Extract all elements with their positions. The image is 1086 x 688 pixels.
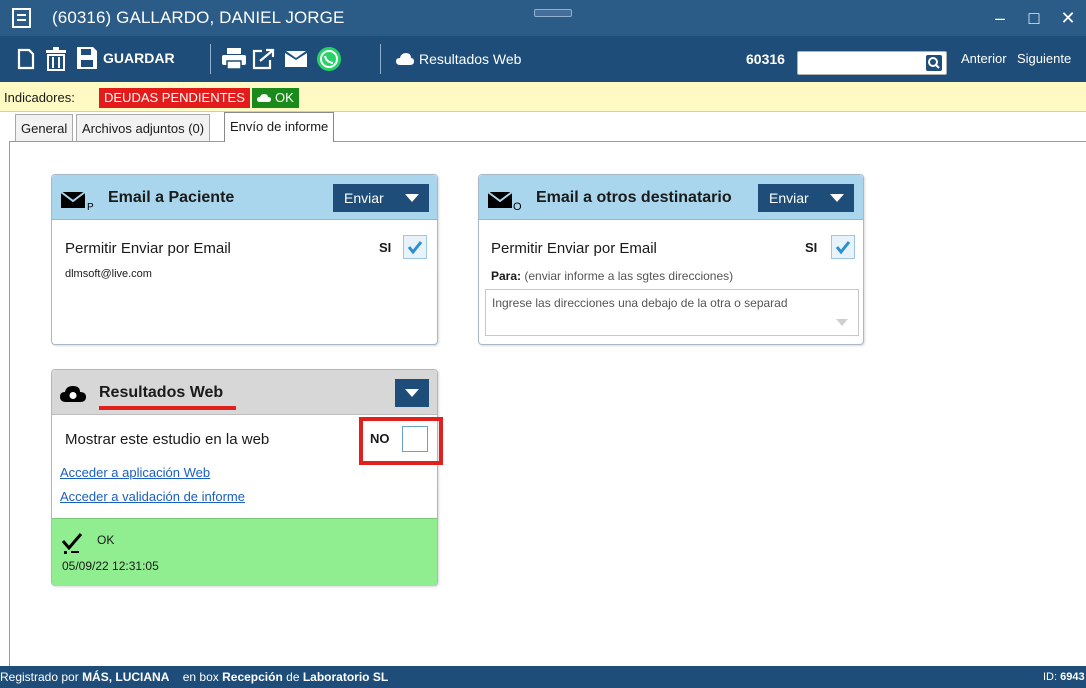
patient-id: 60316: [746, 51, 785, 67]
new-document-icon[interactable]: [17, 48, 35, 70]
allow-email-checkbox[interactable]: [403, 235, 427, 259]
para-row: Para: (enviar informe a las sgtes direcc…: [491, 269, 733, 283]
allow-email-checkbox[interactable]: [831, 235, 855, 259]
box-name: Recepción: [222, 670, 283, 684]
save-icon: [77, 47, 97, 69]
allow-email-value: SI: [805, 240, 818, 255]
email-icon: P: [60, 191, 94, 211]
send-label: Enviar: [344, 190, 384, 206]
show-web-label: Mostrar este estudio en la web: [65, 431, 270, 448]
ok-badge[interactable]: OK: [252, 88, 299, 108]
toolbar-separator: [380, 44, 381, 74]
print-icon[interactable]: [222, 48, 246, 70]
drag-handle[interactable]: [534, 9, 572, 17]
tab-general[interactable]: General: [15, 114, 74, 141]
maximize-button[interactable]: □: [1016, 0, 1052, 36]
box-label: en box: [182, 670, 219, 684]
save-label: GUARDAR: [103, 50, 175, 66]
chevron-down-icon: [405, 194, 419, 202]
allow-email-label: Permitir Enviar por Email: [65, 240, 231, 257]
next-button[interactable]: Siguiente: [1017, 51, 1071, 66]
chevron-down-icon: [405, 389, 419, 397]
para-hint: (enviar informe a las sgtes direcciones): [524, 269, 734, 283]
delete-icon[interactable]: [45, 47, 67, 71]
indicators-label: Indicadores:: [4, 90, 75, 105]
status-text: OK: [97, 533, 115, 547]
validation-link[interactable]: Acceder a validación de informe: [60, 489, 245, 504]
para-label: Para:: [491, 269, 522, 283]
close-button[interactable]: ✕: [1050, 0, 1086, 36]
addresses-textarea[interactable]: Ingrese las direcciones una debajo de la…: [485, 289, 859, 336]
allow-email-label: Permitir Enviar por Email: [491, 240, 657, 257]
addresses-placeholder: Ingrese las direcciones una debajo de la…: [492, 296, 788, 310]
send-others-button[interactable]: Enviar: [758, 184, 854, 212]
app-icon: [12, 8, 31, 28]
cloud-icon: [396, 53, 414, 65]
status-time: 05/09/22 12:31:05: [62, 559, 159, 573]
registered-by-label: Registrado por: [0, 670, 79, 684]
check-icon: [407, 241, 423, 255]
email-send-icon[interactable]: [283, 47, 309, 71]
record-id: ID: 6943: [1043, 666, 1085, 688]
email-icon-suffix: O: [513, 201, 522, 211]
search-input[interactable]: [797, 51, 947, 75]
status-bar: Registrado por MÁS, LUCIANA en box Recep…: [0, 666, 1086, 688]
chevron-down-icon: [830, 194, 844, 202]
allow-email-value: SI: [379, 240, 392, 255]
tab-attachments[interactable]: Archivos adjuntos (0): [76, 114, 211, 141]
web-options-button[interactable]: [395, 379, 429, 407]
email-icon: O: [487, 191, 522, 211]
scroll-down-icon[interactable]: [836, 319, 848, 327]
email-others-card: O Email a otros destinatario Enviar Perm…: [478, 174, 864, 345]
web-results-title: Resultados Web: [99, 384, 224, 401]
title-underline: [99, 406, 236, 410]
window-title: (60316) GALLARDO, DANIEL JORGE: [52, 8, 345, 27]
check-icon: [835, 241, 851, 255]
minimize-button[interactable]: –: [982, 0, 1018, 36]
email-patient-card: P Email a Paciente Enviar Permitir Envia…: [51, 174, 438, 345]
show-web-value: NO: [370, 431, 390, 446]
id-label: ID:: [1043, 671, 1058, 683]
web-results-card: Resultados Web Mostrar este estudio en l…: [51, 369, 443, 586]
toolbar-separator: [210, 44, 211, 74]
lab-name: Laboratorio SL: [302, 670, 389, 684]
lab-label: de: [286, 670, 300, 684]
results-web-button[interactable]: Resultados Web: [396, 51, 521, 67]
debts-badge[interactable]: DEUDAS PENDIENTES: [99, 88, 250, 108]
tab-report-sending[interactable]: Envío de informe: [224, 112, 335, 142]
id-value: 6943: [1060, 671, 1085, 683]
export-icon[interactable]: [252, 48, 276, 70]
whatsapp-icon[interactable]: [316, 46, 342, 72]
status-registration: Registrado por MÁS, LUCIANA en box Recep…: [0, 666, 388, 688]
status-panel: OK 05/09/22 12:31:05: [52, 518, 437, 586]
send-patient-button[interactable]: Enviar: [333, 184, 429, 212]
web-app-link[interactable]: Acceder a aplicación Web: [60, 465, 210, 480]
check-icon: [61, 533, 83, 554]
email-icon-suffix: P: [87, 202, 94, 211]
registered-by: MÁS, LUCIANA: [82, 670, 170, 684]
search-icon[interactable]: [926, 55, 942, 71]
show-web-checkbox[interactable]: [402, 426, 428, 452]
ok-badge-label: OK: [275, 90, 294, 105]
patient-email: dlmsoft@live.com: [65, 268, 152, 280]
email-patient-title: Email a Paciente: [108, 189, 235, 206]
cloud-icon: [257, 94, 271, 102]
title-bar: (60316) GALLARDO, DANIEL JORGE – □ ✕: [0, 0, 1086, 36]
previous-button[interactable]: Anterior: [961, 51, 1007, 66]
cloud-icon: [60, 386, 86, 402]
send-label: Enviar: [769, 190, 809, 206]
email-others-title: Email a otros destinatario: [536, 189, 732, 206]
results-web-label: Resultados Web: [419, 51, 522, 67]
save-button[interactable]: GUARDAR: [76, 46, 175, 70]
